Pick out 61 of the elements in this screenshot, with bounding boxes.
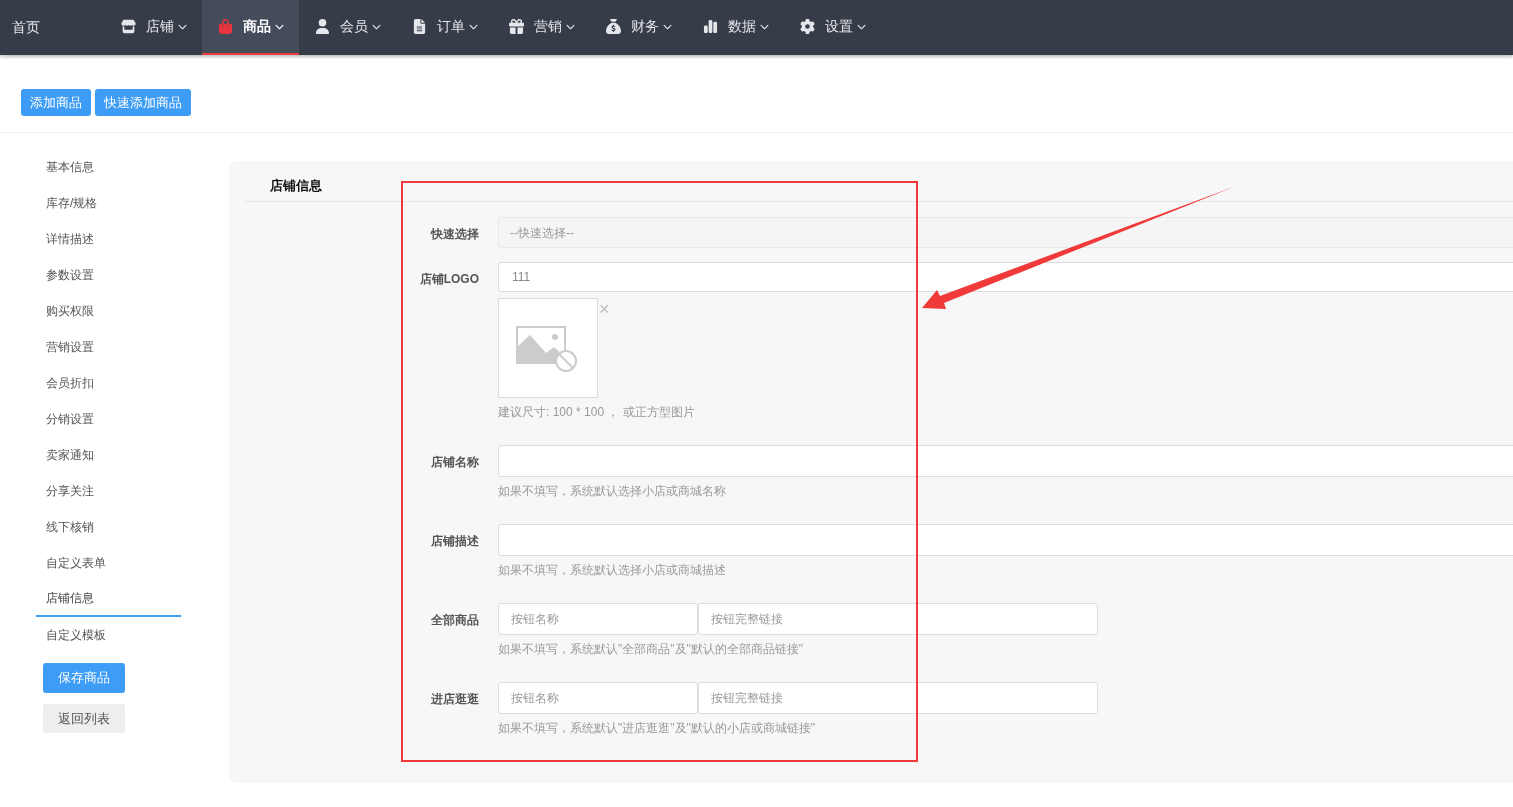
settings-icon: [799, 19, 815, 34]
hint-text: 建议尺寸: 100 * 100 ， 或正方型图片: [498, 405, 695, 419]
user-icon: [314, 19, 330, 34]
store-icon: [120, 19, 136, 34]
sidebar-tab[interactable]: 会员折扣: [36, 365, 181, 401]
sidebar-tab[interactable]: 分享关注: [36, 473, 181, 509]
nav-menu-item[interactable]: 店铺: [105, 0, 202, 55]
nav-menu-item[interactable]: 财务: [590, 0, 687, 55]
nav-menu-item[interactable]: 商品: [202, 0, 299, 55]
field-label: 店铺描述: [431, 533, 479, 550]
sidebar-tab[interactable]: 自定义表单: [36, 545, 181, 581]
field-label: 快速选择: [431, 226, 479, 243]
sidebar-tab[interactable]: 详情描述: [36, 221, 181, 257]
caret-icon: [274, 22, 284, 31]
input-field[interactable]: [498, 445, 1513, 477]
panel-title: 店铺信息: [270, 176, 322, 195]
shopping-bag-icon: [217, 19, 233, 34]
sidebar-tab[interactable]: 店铺信息: [36, 581, 181, 617]
field-label: 全部商品: [431, 612, 479, 629]
nav-menu-item[interactable]: 数据: [687, 0, 784, 55]
back-button[interactable]: 返回列表: [43, 704, 125, 733]
input-field[interactable]: 111: [498, 262, 1513, 292]
field-label: 进店逛逛: [431, 691, 479, 708]
input-field[interactable]: [498, 524, 1513, 556]
caret-icon: [662, 22, 672, 31]
hint-text: 如果不填写，系统默认"全部商品"及"默认的全部商品链接": [498, 642, 804, 656]
nav-menu-item[interactable]: 订单: [396, 0, 493, 55]
image-placeholder[interactable]: [498, 298, 598, 398]
caret-icon: [468, 22, 478, 31]
nav-menu-item[interactable]: 会员: [299, 0, 396, 55]
caret-icon: [177, 22, 187, 31]
sidebar-tab[interactable]: 线下核销: [36, 509, 181, 545]
caret-icon: [856, 22, 866, 31]
hint-text: 如果不填写，系统默认选择小店或商城名称: [498, 484, 726, 498]
input-field[interactable]: 按钮完整链接: [698, 682, 1098, 714]
caret-icon: [371, 22, 381, 31]
nav-menu-item[interactable]: 营销: [493, 0, 590, 55]
document-icon: [411, 19, 427, 34]
sidebar-tab[interactable]: 自定义模板: [36, 617, 181, 653]
sidebar-tab[interactable]: 参数设置: [36, 257, 181, 293]
money-bag-icon: [605, 19, 621, 34]
sidebar-tab[interactable]: 分销设置: [36, 401, 181, 437]
sidebar-tab[interactable]: 基本信息: [36, 149, 181, 185]
input-field[interactable]: 按钮完整链接: [698, 603, 1098, 635]
hint-text: 如果不填写，系统默认选择小店或商城描述: [498, 563, 726, 577]
sidebar-tab[interactable]: 购买权限: [36, 293, 181, 329]
nav-menu-item[interactable]: 设置: [784, 0, 881, 55]
bar-chart-icon: [702, 19, 718, 34]
gift-icon: [508, 19, 524, 34]
sidebar-tab[interactable]: 库存/规格: [36, 185, 181, 221]
nav-link[interactable]: 首页: [12, 17, 40, 38]
sidebar-tab[interactable]: 营销设置: [36, 329, 181, 365]
broken-image-icon: [516, 323, 580, 373]
caret-icon: [759, 22, 769, 31]
input-field[interactable]: 按钮名称: [498, 603, 698, 635]
caret-icon: [565, 22, 575, 31]
field-label: 店铺LOGO: [419, 271, 479, 288]
hint-text: 如果不填写，系统默认"进店逛逛"及"默认的小店或商城链接": [498, 721, 816, 735]
field-label: 店铺名称: [431, 454, 479, 471]
sidebar-tab[interactable]: 卖家通知: [36, 437, 181, 473]
input-field[interactable]: 按钮名称: [498, 682, 698, 714]
